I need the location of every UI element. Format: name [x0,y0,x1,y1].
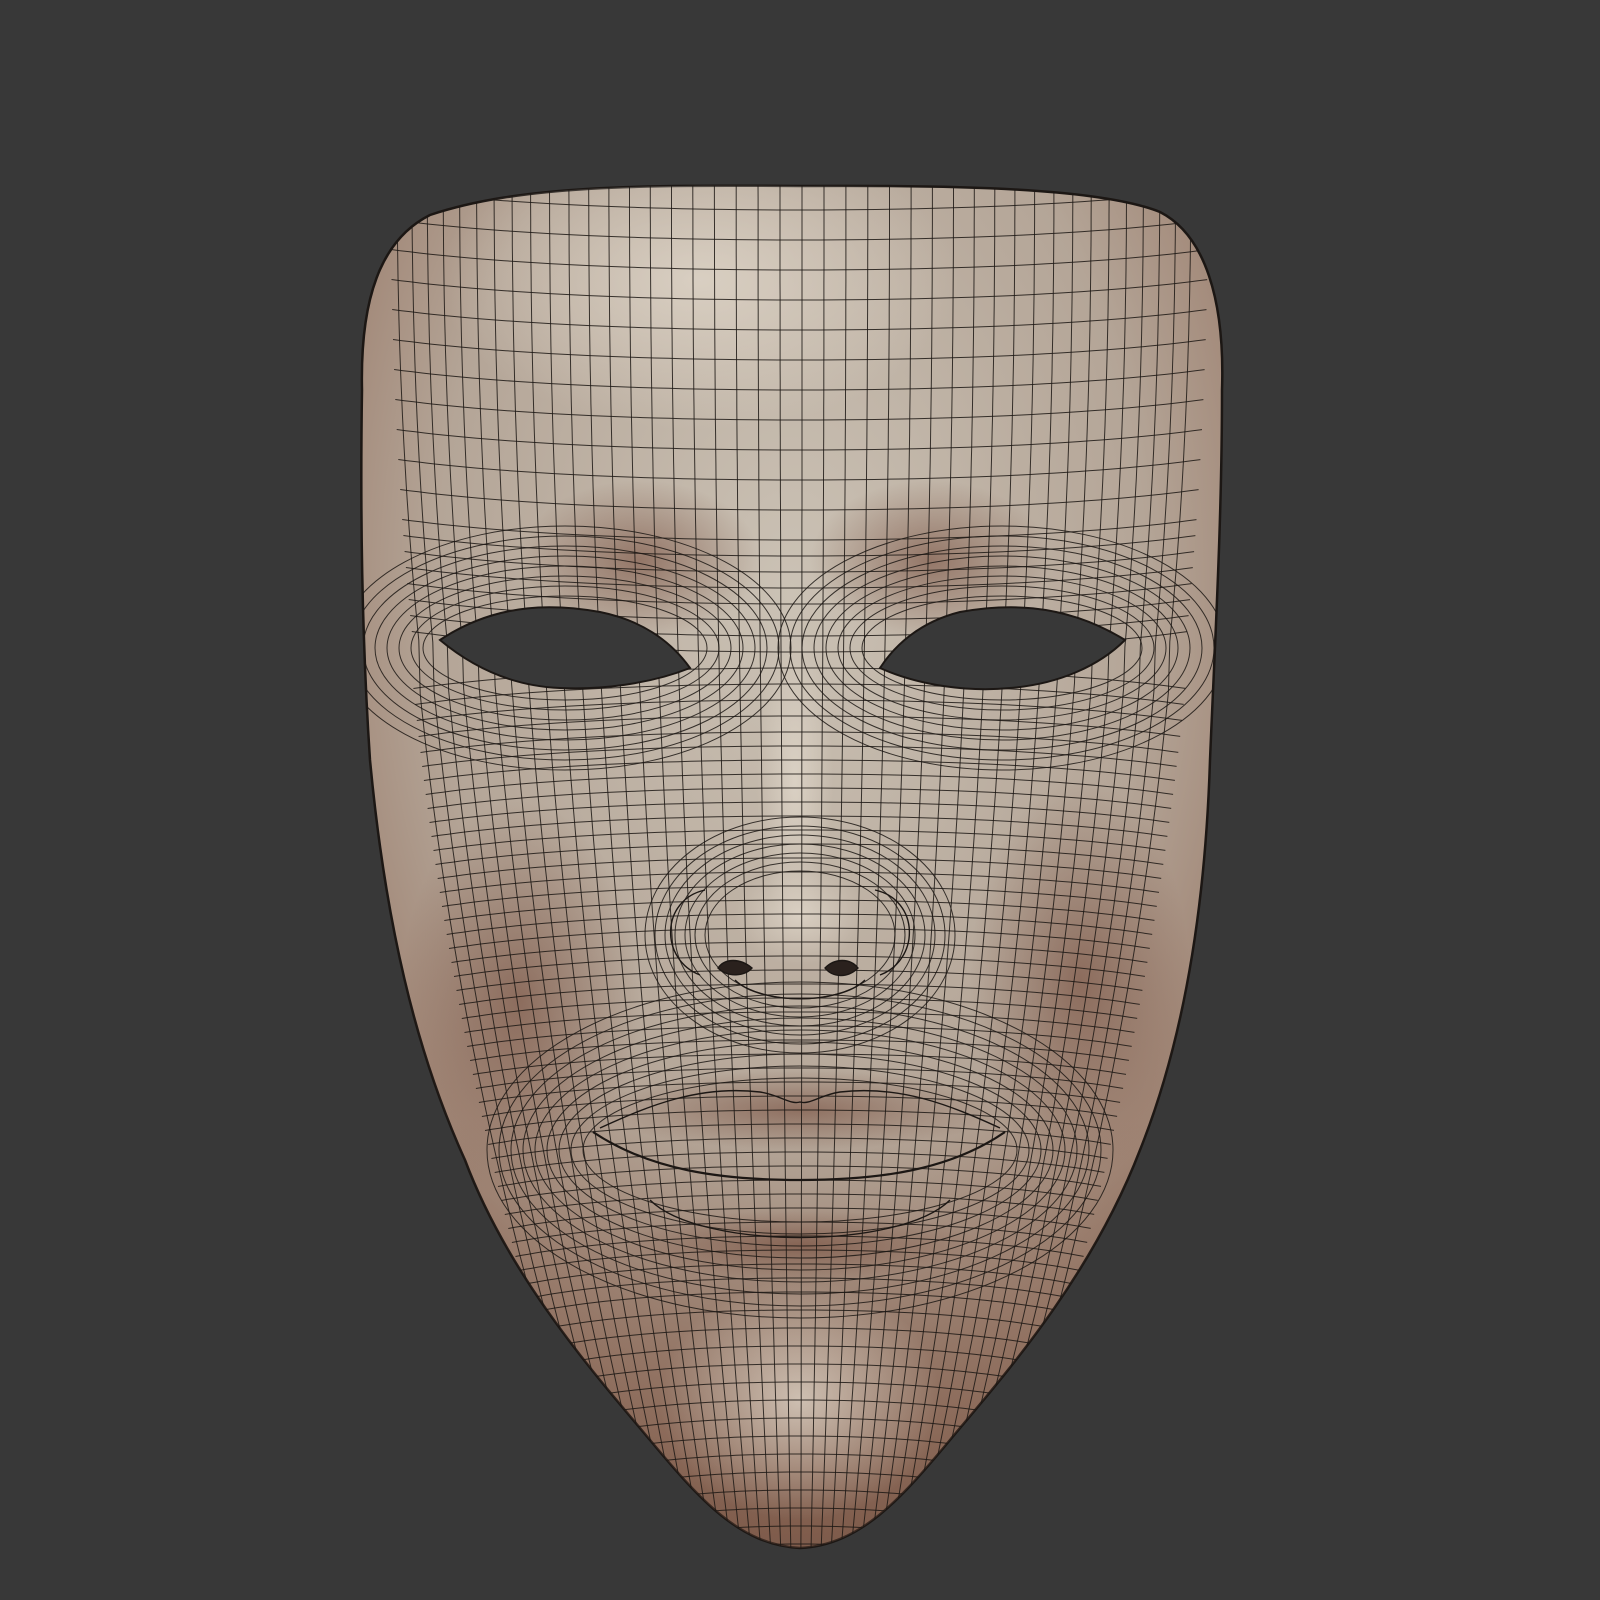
forehead-highlight [440,185,960,430]
nose-tip-highlight [735,865,865,965]
wire-edge-horizontal [391,160,1209,181]
render-viewport [0,0,1600,1600]
mask-render [360,160,1224,1583]
mask-body [360,160,1224,1583]
wire-edge-horizontal [616,1562,984,1583]
mask-shading [361,160,1223,1583]
cheek-shadow-right [970,780,1190,1180]
